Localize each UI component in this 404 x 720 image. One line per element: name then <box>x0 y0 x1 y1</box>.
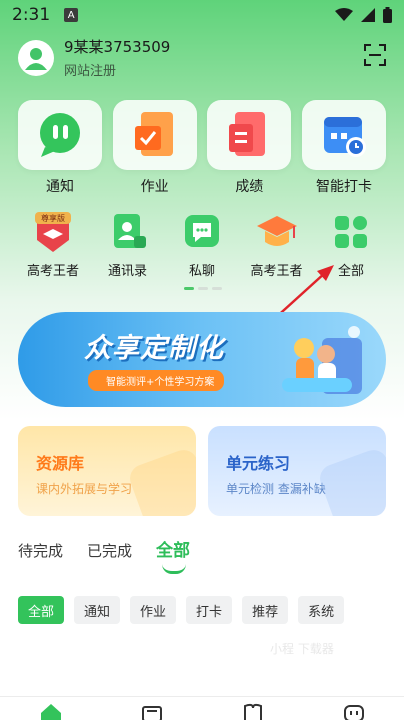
grade-report-icon <box>229 112 266 156</box>
feature-notice[interactable]: 通知 <box>18 100 102 196</box>
contacts-icon <box>113 214 146 248</box>
homework-icon <box>134 112 173 156</box>
resource-library-card[interactable]: 资源库 课内外拓展与学习 <box>18 426 196 516</box>
chat-bubble-icon <box>40 113 80 157</box>
nav-study[interactable] <box>241 703 265 720</box>
book-icon <box>243 703 262 720</box>
feature-checkin[interactable]: 智能打卡 <box>301 100 386 196</box>
feature-notice-label: 通知 <box>46 179 74 195</box>
bottom-nav <box>0 696 404 720</box>
page-dot-2 <box>198 287 208 290</box>
task-status-tabs: 待完成 已完成 全部 <box>18 536 191 574</box>
promo-banner[interactable]: 众享定制化 智能测评+个性学习方案 <box>18 312 386 407</box>
profile-icon <box>343 705 364 720</box>
feature-grades[interactable]: 成绩 <box>207 100 292 196</box>
notification-badge: A <box>64 8 79 22</box>
feature-all[interactable]: 全部 <box>316 210 386 279</box>
status-time: 2:31 <box>12 5 51 25</box>
avatar[interactable] <box>18 39 54 76</box>
feature-gaokao[interactable]: 高考王者 <box>242 210 312 279</box>
message-icon <box>185 215 219 247</box>
feature-grades-label: 成绩 <box>235 179 264 195</box>
banner-subtitle: 智能测评+个性学习方案 <box>88 370 225 391</box>
banner-illustration-icon <box>282 326 362 394</box>
tab-pending[interactable]: 待完成 <box>18 540 63 561</box>
filter-notice[interactable]: 通知 <box>74 596 121 624</box>
user-icon <box>25 47 47 70</box>
class-icon <box>141 706 162 720</box>
filter-checkin[interactable]: 打卡 <box>186 596 233 624</box>
filter-all[interactable]: 全部 <box>18 596 65 624</box>
feature-checkin-label: 智能打卡 <box>315 179 372 195</box>
filter-recommend[interactable]: 推荐 <box>242 596 289 624</box>
signal-icon <box>361 8 375 22</box>
feature-all-label: 全部 <box>337 264 364 279</box>
feature-gaokao-premium[interactable]: 尊享版 高考王者 <box>18 210 88 279</box>
scan-icon[interactable] <box>364 44 386 66</box>
active-tab-indicator <box>162 564 187 574</box>
filter-chips: 全部 通知 作业 打卡 推荐 系统 <box>18 596 345 624</box>
badge-icon: 尊享版 <box>35 212 71 252</box>
nav-profile[interactable] <box>342 703 366 720</box>
tab-all-label: 全部 <box>156 541 191 561</box>
feature-private-chat-label: 私聊 <box>188 264 215 279</box>
nav-home[interactable] <box>39 703 63 720</box>
banner-title: 众享定制化 <box>84 333 224 364</box>
watermark: 小程 下载器 <box>270 642 334 656</box>
calendar-checkin-icon <box>323 117 366 157</box>
battery-icon <box>383 7 392 23</box>
feature-homework-label: 作业 <box>140 179 169 195</box>
filter-system[interactable]: 系统 <box>298 596 345 624</box>
tab-completed[interactable]: 已完成 <box>87 540 132 561</box>
grid-icon <box>335 216 367 248</box>
filter-homework[interactable]: 作业 <box>130 596 177 624</box>
feature-contacts[interactable]: 通讯录 <box>93 210 163 279</box>
home-icon <box>40 704 61 720</box>
main-features: 通知 作业 成绩 智能打卡 <box>18 100 386 196</box>
feature-contacts-label: 通讯录 <box>107 264 147 279</box>
nav-class[interactable] <box>140 703 164 720</box>
page-dot-1 <box>184 287 194 290</box>
registration-source: 网站注册 <box>64 64 117 79</box>
wifi-icon <box>335 8 353 21</box>
feature-gaokao-premium-label: 高考王者 <box>26 264 79 279</box>
graduation-cap-icon <box>256 216 297 246</box>
page-dot-3 <box>212 287 222 290</box>
feature-homework[interactable]: 作业 <box>112 100 197 196</box>
premium-badge-label: 尊享版 <box>41 213 65 223</box>
feature-gaokao-label: 高考王者 <box>250 264 303 279</box>
status-icons <box>335 7 392 23</box>
profile-header[interactable]: 9某某3753509 网站注册 <box>18 36 170 79</box>
status-bar: 2:31 A <box>0 0 404 30</box>
page-indicator <box>184 287 222 290</box>
secondary-features: 尊享版 高考王者 通讯录 私聊 高考王者 全部 <box>18 210 386 279</box>
username: 9某某3753509 <box>64 38 171 56</box>
feature-private-chat[interactable]: 私聊 <box>167 210 237 279</box>
tab-all[interactable]: 全部 <box>156 536 191 574</box>
unit-practice-card[interactable]: 单元练习 单元检测 查漏补缺 <box>208 426 386 516</box>
